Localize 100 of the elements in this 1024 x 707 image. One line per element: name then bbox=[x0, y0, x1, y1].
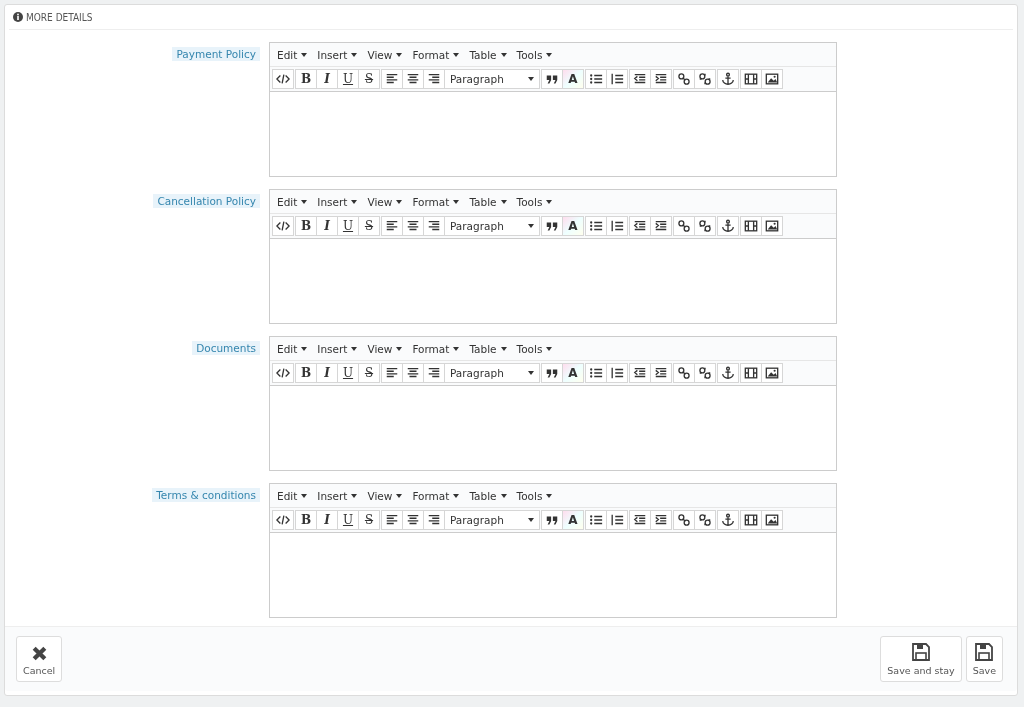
align-center-button[interactable] bbox=[402, 69, 424, 89]
menu-item[interactable]: Table bbox=[464, 46, 512, 63]
anchor-button[interactable] bbox=[717, 510, 739, 530]
strikethrough-button[interactable]: S bbox=[358, 363, 380, 383]
code-button[interactable] bbox=[272, 216, 294, 236]
menu-item[interactable]: View bbox=[362, 487, 408, 504]
numbered-list-button[interactable] bbox=[606, 216, 628, 236]
menu-item[interactable]: View bbox=[362, 193, 408, 210]
unlink-button[interactable] bbox=[694, 69, 716, 89]
indent-button[interactable] bbox=[650, 510, 672, 530]
code-button[interactable] bbox=[272, 510, 294, 530]
bold-button[interactable]: B bbox=[295, 69, 317, 89]
menu-item[interactable]: Table bbox=[464, 487, 512, 504]
save-button[interactable]: Save bbox=[965, 636, 1003, 682]
underline-button[interactable]: U bbox=[337, 69, 359, 89]
bold-button[interactable]: B bbox=[295, 216, 317, 236]
outdent-button[interactable] bbox=[629, 510, 651, 530]
bullet-list-button[interactable] bbox=[585, 510, 607, 530]
image-button[interactable] bbox=[761, 363, 783, 383]
menu-item[interactable]: Insert bbox=[312, 193, 363, 210]
menu-item[interactable]: Table bbox=[464, 340, 512, 357]
text-color-button[interactable]: A bbox=[562, 510, 584, 530]
align-left-button[interactable] bbox=[381, 216, 403, 236]
outdent-button[interactable] bbox=[629, 69, 651, 89]
align-center-button[interactable] bbox=[402, 363, 424, 383]
block-format-dropdown[interactable]: Paragraph bbox=[444, 363, 540, 383]
menu-item[interactable]: Format bbox=[407, 487, 465, 504]
outdent-button[interactable] bbox=[629, 216, 651, 236]
underline-button[interactable]: U bbox=[337, 216, 359, 236]
menu-item[interactable]: Table bbox=[464, 193, 512, 210]
align-left-button[interactable] bbox=[381, 510, 403, 530]
block-format-dropdown[interactable]: Paragraph bbox=[444, 69, 540, 89]
menu-item[interactable]: Tools bbox=[511, 193, 558, 210]
menu-item[interactable]: Tools bbox=[511, 46, 558, 63]
quote-button[interactable] bbox=[541, 363, 563, 383]
indent-button[interactable] bbox=[650, 69, 672, 89]
italic-button[interactable]: I bbox=[316, 510, 338, 530]
indent-button[interactable] bbox=[650, 363, 672, 383]
menu-item[interactable]: Edit bbox=[272, 193, 313, 210]
image-button[interactable] bbox=[761, 510, 783, 530]
align-right-button[interactable] bbox=[423, 363, 445, 383]
menu-item[interactable]: Format bbox=[407, 193, 465, 210]
anchor-button[interactable] bbox=[717, 363, 739, 383]
block-format-dropdown[interactable]: Paragraph bbox=[444, 216, 540, 236]
align-right-button[interactable] bbox=[423, 216, 445, 236]
image-button[interactable] bbox=[761, 69, 783, 89]
menu-item[interactable]: Format bbox=[407, 46, 465, 63]
align-right-button[interactable] bbox=[423, 69, 445, 89]
numbered-list-button[interactable] bbox=[606, 510, 628, 530]
align-left-button[interactable] bbox=[381, 363, 403, 383]
indent-button[interactable] bbox=[650, 216, 672, 236]
numbered-list-button[interactable] bbox=[606, 69, 628, 89]
italic-button[interactable]: I bbox=[316, 216, 338, 236]
bullet-list-button[interactable] bbox=[585, 216, 607, 236]
strikethrough-button[interactable]: S bbox=[358, 510, 380, 530]
menu-item[interactable]: Edit bbox=[272, 340, 313, 357]
film-button[interactable] bbox=[740, 216, 762, 236]
anchor-button[interactable] bbox=[717, 216, 739, 236]
italic-button[interactable]: I bbox=[316, 69, 338, 89]
strikethrough-button[interactable]: S bbox=[358, 69, 380, 89]
menu-item[interactable]: Edit bbox=[272, 46, 313, 63]
text-color-button[interactable]: A bbox=[562, 69, 584, 89]
menu-item[interactable]: Format bbox=[407, 340, 465, 357]
bold-button[interactable]: B bbox=[295, 510, 317, 530]
code-button[interactable] bbox=[272, 69, 294, 89]
menu-item[interactable]: Insert bbox=[312, 46, 363, 63]
quote-button[interactable] bbox=[541, 69, 563, 89]
film-button[interactable] bbox=[740, 69, 762, 89]
numbered-list-button[interactable] bbox=[606, 363, 628, 383]
save-and-stay-button[interactable]: Save and stay bbox=[880, 636, 962, 682]
underline-button[interactable]: U bbox=[337, 510, 359, 530]
unlink-button[interactable] bbox=[694, 216, 716, 236]
cancel-button[interactable]: Cancel bbox=[16, 636, 63, 682]
strikethrough-button[interactable]: S bbox=[358, 216, 380, 236]
link-button[interactable] bbox=[673, 363, 695, 383]
underline-button[interactable]: U bbox=[337, 363, 359, 383]
anchor-button[interactable] bbox=[717, 69, 739, 89]
outdent-button[interactable] bbox=[629, 363, 651, 383]
align-center-button[interactable] bbox=[402, 216, 424, 236]
quote-button[interactable] bbox=[541, 216, 563, 236]
menu-item[interactable]: Tools bbox=[511, 487, 558, 504]
align-left-button[interactable] bbox=[381, 69, 403, 89]
quote-button[interactable] bbox=[541, 510, 563, 530]
menu-item[interactable]: Insert bbox=[312, 340, 363, 357]
text-color-button[interactable]: A bbox=[562, 216, 584, 236]
film-button[interactable] bbox=[740, 363, 762, 383]
link-button[interactable] bbox=[673, 216, 695, 236]
bullet-list-button[interactable] bbox=[585, 69, 607, 89]
align-center-button[interactable] bbox=[402, 510, 424, 530]
unlink-button[interactable] bbox=[694, 510, 716, 530]
code-button[interactable] bbox=[272, 363, 294, 383]
menu-item[interactable]: View bbox=[362, 46, 408, 63]
film-button[interactable] bbox=[740, 510, 762, 530]
menu-item[interactable]: Insert bbox=[312, 487, 363, 504]
link-button[interactable] bbox=[673, 69, 695, 89]
link-button[interactable] bbox=[673, 510, 695, 530]
italic-button[interactable]: I bbox=[316, 363, 338, 383]
block-format-dropdown[interactable]: Paragraph bbox=[444, 510, 540, 530]
menu-item[interactable]: Edit bbox=[272, 487, 313, 504]
text-color-button[interactable]: A bbox=[562, 363, 584, 383]
